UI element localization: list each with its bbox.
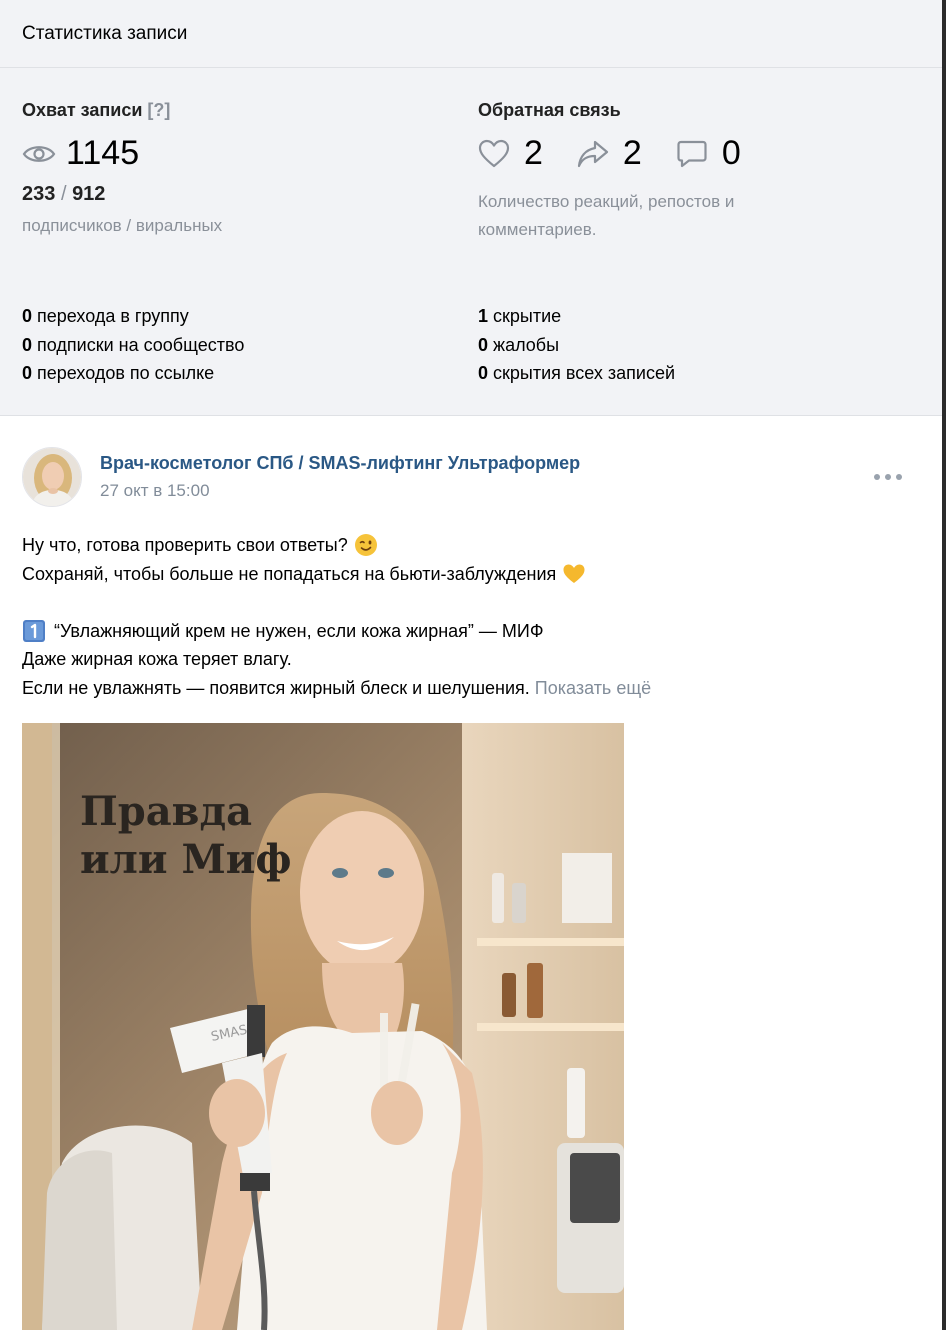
metric-hides: 1 скрытие — [478, 302, 675, 331]
metric-complaints: 0 жалобы — [478, 331, 675, 360]
right-metrics: 1 скрытие 0 жалобы 0 скрытия всех записе… — [478, 302, 675, 388]
post-line-text: Если не увлажнять — появится жирный блес… — [22, 677, 530, 698]
metric-label: скрытия всех записей — [493, 363, 676, 383]
image-title-line1: Правда — [80, 788, 252, 835]
metric-hide-all: 0 скрытия всех записей — [478, 359, 675, 388]
modal-title: Статистика записи — [22, 22, 188, 44]
metric-label: перехода в группу — [37, 306, 189, 326]
metric-value: 1 — [478, 306, 489, 326]
metric-value: 0 — [22, 334, 33, 355]
more-dot — [874, 474, 880, 480]
more-dot — [896, 474, 902, 480]
metric-value: 0 — [22, 363, 33, 383]
avatar[interactable] — [22, 447, 82, 507]
wink-emoji-icon — [354, 534, 377, 557]
post-line: Если не увлажнять — появится жирный блес… — [22, 674, 902, 703]
heart-icon — [478, 139, 510, 167]
metric-label: переходов по ссылке — [37, 363, 215, 383]
more-dot — [885, 474, 891, 480]
metric-value: 0 — [478, 334, 489, 355]
post-line-text: “Увлажняющий крем не нужен, если кожа жи… — [54, 620, 544, 641]
post-date-link[interactable]: 27 окт в 15:00 — [100, 481, 210, 501]
metric-value: 0 — [22, 306, 33, 326]
post-line-gap — [22, 588, 902, 617]
metric-link-clicks: 0 переходов по ссылке — [22, 359, 244, 388]
comment-icon — [677, 140, 707, 167]
reach-title-text: Охват записи — [22, 100, 143, 120]
post-photo: SMAS Правда или Миф — [22, 723, 624, 1330]
stats-panel: Охват записи [?] 1145 233 / 912 подписчи… — [0, 68, 942, 416]
image-title-line2: или Миф — [80, 836, 291, 883]
reach-separator: / — [60, 183, 67, 205]
comments-value: 0 — [721, 134, 741, 172]
feedback-description: Количество реакций, репостов и комментар… — [478, 192, 735, 239]
reach-breakdown-label: подписчиков / виральных — [22, 216, 223, 235]
post-line-text: Сохраняй, чтобы больше не попадаться на … — [22, 563, 557, 584]
more-icon[interactable] — [874, 467, 902, 487]
reach-title: Охват записи [?] — [22, 100, 170, 121]
post-line: Ну что, готова проверить свои ответы? — [22, 531, 902, 560]
avatar-portrait — [23, 448, 81, 506]
left-metrics: 0 перехода в группу 0 подписки на сообще… — [22, 302, 244, 388]
likes-count: 2 — [478, 134, 543, 173]
metric-label: жалобы — [493, 334, 560, 355]
comments-count: 0 — [676, 134, 741, 173]
reach-help-link[interactable]: [?] — [147, 100, 170, 120]
post-stats-modal: Статистика записи Охват записи [?] 1145 … — [0, 0, 942, 1330]
metric-label: скрытие — [493, 306, 562, 326]
metric-label: подписки на сообщество — [37, 334, 245, 355]
post-image[interactable]: SMAS Правда или Миф — [22, 723, 624, 1330]
eye-icon — [22, 145, 56, 162]
scrollbar-track[interactable] — [942, 0, 946, 1330]
repost-icon — [577, 140, 609, 167]
yellow-heart-emoji-icon — [563, 564, 585, 583]
feedback-counts: 2 2 0 — [478, 134, 775, 173]
feedback-title: Обратная связь — [478, 100, 621, 120]
post-line: Даже жирная кожа теряет влагу. — [22, 645, 902, 674]
reach-total: 1145 — [66, 134, 140, 172]
metric-group-transitions: 0 перехода в группу — [22, 302, 244, 331]
post-line: Сохраняй, чтобы больше не попадаться на … — [22, 560, 902, 589]
post-author-link[interactable]: Врач-косметолог СПб / SMAS-лифтинг Ультр… — [100, 453, 580, 474]
reach-breakdown: 233 / 912 — [22, 183, 105, 206]
post-line: “Увлажняющий крем не нужен, если кожа жи… — [22, 617, 902, 646]
reposts-count: 2 — [577, 134, 642, 173]
post-line-text: Ну что, готова проверить свои ответы? — [22, 535, 348, 555]
reach-total-row: 1145 — [22, 134, 139, 173]
reach-viral: 912 — [72, 183, 106, 205]
post-line-text: Даже жирная кожа теряет влагу. — [22, 649, 292, 669]
modal-header: Статистика записи — [0, 0, 942, 68]
post-header: Врач-косметолог СПб / SMAS-лифтинг Ультр… — [22, 447, 922, 507]
metric-value: 0 — [478, 363, 489, 383]
likes-value: 2 — [524, 134, 543, 172]
show-more-link[interactable]: Показать ещё — [535, 674, 651, 703]
reach-subscribers: 233 — [22, 183, 56, 205]
keycap-one-emoji-icon — [23, 619, 45, 642]
post-text: Ну что, готова проверить свои ответы? Со… — [22, 531, 902, 702]
reposts-value: 2 — [622, 134, 642, 172]
metric-subscriptions: 0 подписки на сообщество — [22, 331, 244, 360]
